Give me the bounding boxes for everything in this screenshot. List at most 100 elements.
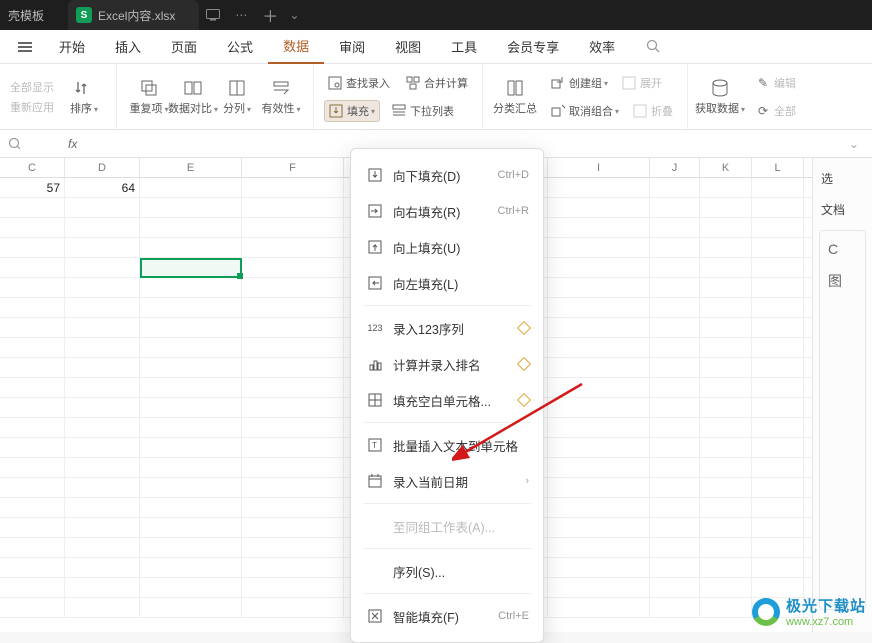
col-header-k[interactable]: K (700, 158, 752, 177)
fill-icon (329, 104, 343, 118)
fill-button[interactable]: 填充▾ (324, 100, 380, 122)
duplicates-button[interactable]: 重复项▾ (127, 78, 171, 116)
menu-data[interactable]: 数据 (268, 30, 324, 64)
col-header-c[interactable]: C (0, 158, 65, 177)
ribbon-group-fill: 查找录入 合并计算 填充▾ 下拉列表 (314, 64, 483, 130)
name-box[interactable] (8, 137, 68, 151)
dropdown-list-icon (392, 104, 406, 118)
calendar-icon (365, 474, 385, 488)
sort-icon (74, 78, 94, 98)
titlebar: 壳模板 S Excel内容.xlsx ⋯ ＋ ⌄ (0, 0, 872, 30)
collapse-button[interactable]: 折叠 (629, 100, 677, 122)
expand-icon (622, 76, 636, 90)
show-all-label[interactable]: 全部显示 (10, 79, 54, 95)
template-tab[interactable]: 壳模板 (0, 0, 62, 30)
side-doc-label[interactable]: 文档 (817, 197, 868, 222)
fill-blank-icon (365, 393, 385, 407)
menu-home[interactable]: 开始 (44, 30, 100, 64)
file-tab-label: Excel内容.xlsx (98, 7, 175, 24)
ribbon-group-outline: 分类汇总 创建组▾ 展开 取消组合▾ 折叠 (483, 64, 688, 130)
watermark-title: 极光下载站 (786, 595, 866, 616)
new-tab-button[interactable]: ＋ (255, 3, 285, 27)
ungroup-button[interactable]: 取消组合▾ (547, 100, 623, 122)
fill-left-item[interactable]: 向左填充(L) (351, 265, 543, 301)
reapply-label[interactable]: 重新应用 (10, 99, 54, 115)
dropdown-list-button[interactable]: 下拉列表 (388, 100, 458, 122)
split-column-button[interactable]: 分列▾ (215, 78, 259, 116)
find-record-icon (328, 76, 342, 90)
selection-rectangle (140, 258, 242, 278)
fill-down-icon (365, 168, 385, 182)
edit-links-button[interactable]: ✎编辑 (752, 72, 800, 94)
menu-formula[interactable]: 公式 (212, 30, 268, 64)
side-card: C 图 (819, 230, 866, 610)
fill-dropdown-menu: 向下填充(D) Ctrl+D 向右填充(R) Ctrl+R 向上填充(U) 向左… (350, 148, 544, 643)
fill-right-item[interactable]: 向右填充(R) Ctrl+R (351, 193, 543, 229)
fill-rank-item[interactable]: 计算并录入排名 (351, 346, 543, 382)
premium-icon (517, 321, 531, 335)
watermark-logo-icon (752, 598, 780, 626)
cell-e1[interactable] (140, 178, 242, 197)
menu-member[interactable]: 会员专享 (492, 30, 574, 64)
series-dialog-item[interactable]: 序列(S)... (351, 553, 543, 589)
find-record-button[interactable]: 查找录入 (324, 72, 394, 94)
batch-insert-text-item[interactable]: T 批量插入文本到单元格 (351, 427, 543, 463)
refresh-icon: ⟳ (756, 104, 770, 118)
subtotal-button[interactable]: 分类汇总 (493, 78, 537, 116)
side-panel: 选 文档 C 图 (812, 158, 872, 632)
cell-c1[interactable]: 57 (0, 178, 65, 197)
tab-overflow[interactable]: ⌄ (285, 8, 299, 22)
collapse-icon (633, 104, 647, 118)
subtotal-icon (505, 78, 525, 98)
tab-more-icon[interactable]: ⋯ (227, 8, 255, 22)
col-header-f[interactable]: F (242, 158, 344, 177)
file-tab[interactable]: S Excel内容.xlsx (68, 0, 199, 30)
create-group-button[interactable]: 创建组▾ (547, 72, 612, 94)
expand-button[interactable]: 展开 (618, 72, 666, 94)
get-data-button[interactable]: 获取数据▾ (698, 78, 742, 116)
spreadsheet-icon: S (76, 7, 92, 23)
edit-icon: ✎ (756, 76, 770, 90)
fx-label[interactable]: fx (68, 137, 88, 151)
premium-icon (517, 393, 531, 407)
menu-efficiency[interactable]: 效率 (574, 30, 630, 64)
col-header-l[interactable]: L (752, 158, 804, 177)
menu-tools[interactable]: 工具 (436, 30, 492, 64)
merge-calc-button[interactable]: 合并计算 (402, 72, 472, 94)
menu-view[interactable]: 视图 (380, 30, 436, 64)
menu-insert[interactable]: 插入 (100, 30, 156, 64)
side-select-label[interactable]: 选 (817, 166, 868, 191)
insert-date-item[interactable]: 录入当前日期 › (351, 463, 543, 499)
col-header-j[interactable]: J (650, 158, 700, 177)
cell-d1[interactable]: 64 (65, 178, 140, 197)
fill-series-123-item[interactable]: 123 录入123序列 (351, 310, 543, 346)
menu-review[interactable]: 审阅 (324, 30, 380, 64)
col-header-d[interactable]: D (65, 158, 140, 177)
col-header-e[interactable]: E (140, 158, 242, 177)
fill-left-icon (365, 276, 385, 290)
menu-page[interactable]: 页面 (156, 30, 212, 64)
ungroup-icon (551, 104, 565, 118)
side-c-label: C (824, 241, 861, 257)
smart-fill-item[interactable]: 智能填充(F) Ctrl+E (351, 598, 543, 634)
refresh-all-button[interactable]: ⟳全部 (752, 100, 800, 122)
get-data-icon (710, 78, 730, 98)
validity-button[interactable]: 有效性▾ (259, 78, 303, 116)
fill-blank-item[interactable]: 填充空白单元格... (351, 382, 543, 418)
col-header-i[interactable]: I (548, 158, 650, 177)
fill-up-icon (365, 240, 385, 254)
ribbon-group-data-source: 获取数据▾ ✎编辑 ⟳全部 (688, 64, 810, 130)
menu-search-icon[interactable] (646, 39, 661, 54)
fill-right-icon (365, 204, 385, 218)
premium-icon (517, 357, 531, 371)
sort-button[interactable]: 排序▾ (62, 78, 106, 116)
split-icon (227, 78, 247, 98)
compare-button[interactable]: 数据对比▾ (171, 78, 215, 116)
fill-handle[interactable] (237, 273, 243, 279)
tab-monitor-icon[interactable] (199, 9, 227, 21)
batch-text-icon: T (365, 438, 385, 452)
app-menu-button[interactable] (6, 46, 44, 48)
fill-down-item[interactable]: 向下填充(D) Ctrl+D (351, 157, 543, 193)
formula-expand-icon[interactable]: ⌄ (844, 137, 864, 151)
fill-up-item[interactable]: 向上填充(U) (351, 229, 543, 265)
